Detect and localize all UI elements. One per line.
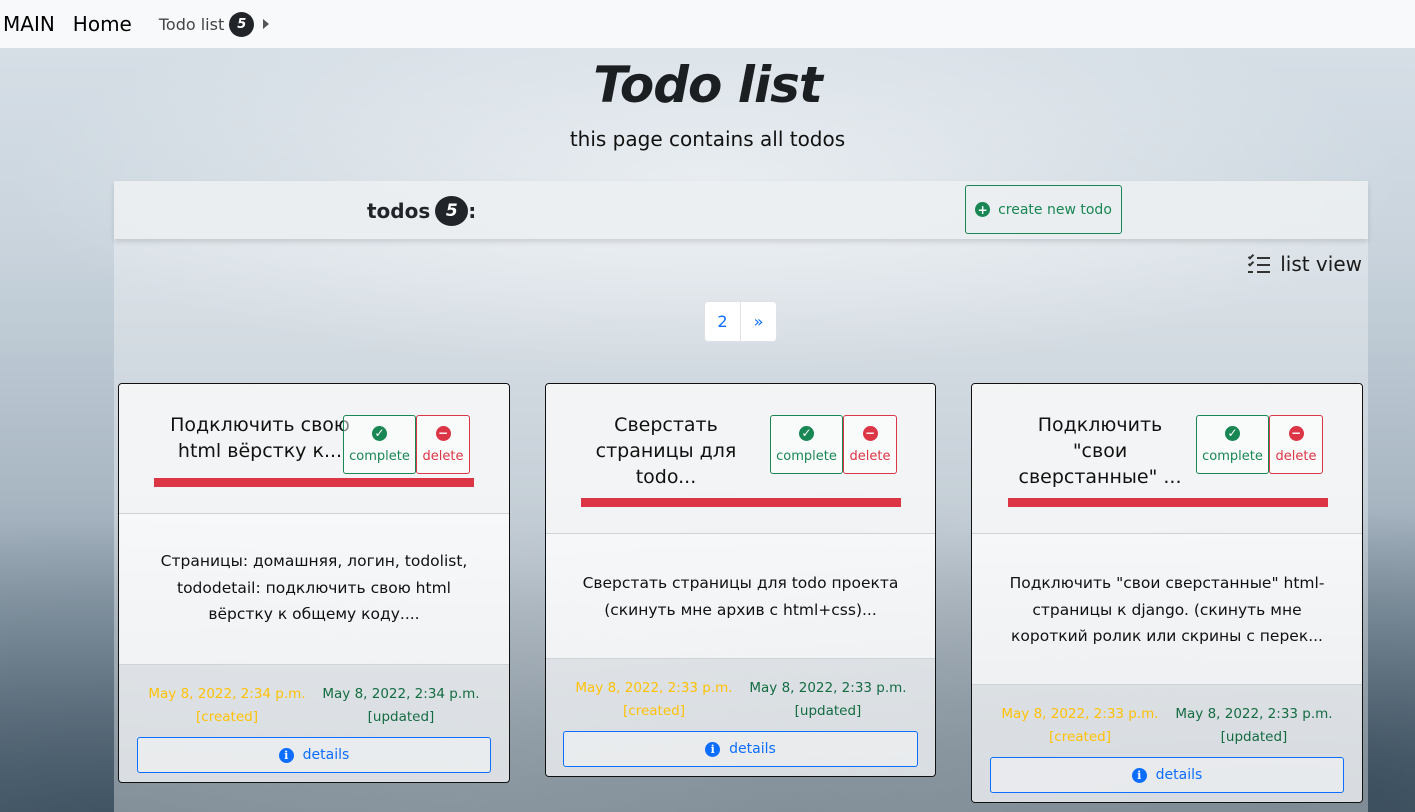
todo-card-footer: May 8, 2022, 2:33 p.m. [created] May 8, … xyxy=(972,685,1362,802)
todo-card-title[interactable]: Подключить "свои сверстанные" ... xyxy=(1002,412,1198,490)
todos-heading-label: todos xyxy=(367,199,431,223)
todo-card-body: Страницы: домашняя, логин, todolist, tod… xyxy=(119,514,509,665)
todo-card-description: Подключить "свои сверстанные" html- стра… xyxy=(1009,574,1325,645)
nav-home-link[interactable]: Home xyxy=(73,12,132,36)
todo-card-description: Сверстать страницы для todo проекта (ски… xyxy=(582,574,899,619)
minus-circle-icon: − xyxy=(862,425,878,441)
todo-card: Подключить свою html вёрстку к... ✓ comp… xyxy=(118,383,510,783)
created-date: May 8, 2022, 2:33 p.m. [created] xyxy=(1001,706,1159,745)
delete-button[interactable]: − delete xyxy=(843,415,897,474)
todo-card: Подключить "свои сверстанные" ... ✓ comp… xyxy=(971,383,1363,803)
priority-bar xyxy=(154,478,474,487)
page-title: Todo list xyxy=(593,56,823,114)
priority-bar xyxy=(1008,498,1328,507)
create-new-todo-label: create new todo xyxy=(998,201,1112,218)
todo-card-footer: May 8, 2022, 2:33 p.m. [created] May 8, … xyxy=(546,659,935,776)
list-check-icon xyxy=(1248,253,1271,274)
brand-link[interactable]: MAIN xyxy=(3,12,55,36)
pagination: 2 » xyxy=(704,301,777,342)
todo-card-actions: ✓ complete − delete xyxy=(343,415,470,474)
minus-circle-icon: − xyxy=(435,425,451,441)
complete-button[interactable]: ✓ complete xyxy=(1196,415,1269,474)
todo-card-actions: ✓ complete − delete xyxy=(1196,415,1323,474)
todos-heading: todos 5 : xyxy=(367,196,476,226)
nav-todo-list-link[interactable]: Todo list 5 xyxy=(158,11,270,37)
created-date: May 8, 2022, 2:34 p.m. [created] xyxy=(148,686,306,725)
todos-count-badge: 5 xyxy=(435,196,469,226)
delete-button[interactable]: − delete xyxy=(1269,415,1323,474)
priority-bar xyxy=(581,498,901,507)
plus-circle-icon: + xyxy=(975,202,991,217)
todo-card-header: Подключить "свои сверстанные" ... ✓ comp… xyxy=(972,384,1362,534)
page-link-next[interactable]: » xyxy=(740,301,777,342)
delete-button[interactable]: − delete xyxy=(416,415,470,474)
todo-card-body: Сверстать страницы для todo проекта (ски… xyxy=(546,534,935,659)
check-circle-icon: ✓ xyxy=(372,425,387,441)
caret-right-icon[interactable] xyxy=(263,19,270,29)
complete-button[interactable]: ✓ complete xyxy=(343,415,416,474)
navbar: MAIN Home Todo list 5 xyxy=(0,0,1415,48)
todo-card-body: Подключить "свои сверстанные" html- стра… xyxy=(972,534,1362,685)
check-circle-icon: ✓ xyxy=(799,425,814,441)
info-circle-icon: i xyxy=(278,747,294,763)
list-view-toggle[interactable]: list view xyxy=(1248,252,1362,276)
details-button[interactable]: i details xyxy=(990,757,1344,793)
nav-todo-list-label: Todo list xyxy=(158,14,225,34)
todo-card: Сверстать страницы для todo... ✓ complet… xyxy=(545,383,936,777)
minus-circle-icon: − xyxy=(1288,425,1304,441)
details-button[interactable]: i details xyxy=(563,731,918,767)
updated-date: May 8, 2022, 2:33 p.m. [updated] xyxy=(749,680,907,719)
page-link-2[interactable]: 2 xyxy=(704,301,741,342)
updated-date: May 8, 2022, 2:34 p.m. [updated] xyxy=(322,686,480,725)
create-new-todo-button[interactable]: + create new todo xyxy=(965,185,1122,234)
details-button[interactable]: i details xyxy=(137,737,491,773)
todo-card-description: Страницы: домашняя, логин, todolist, tod… xyxy=(160,552,468,623)
info-circle-icon: i xyxy=(1131,767,1147,783)
todo-card-title[interactable]: Подключить свою html вёрстку к... xyxy=(149,412,371,464)
todo-count-badge: 5 xyxy=(229,11,255,37)
check-circle-icon: ✓ xyxy=(1225,425,1240,441)
info-circle-icon: i xyxy=(705,741,721,757)
updated-date: May 8, 2022, 2:33 p.m. [updated] xyxy=(1175,706,1333,745)
todo-card-footer: May 8, 2022, 2:34 p.m. [created] May 8, … xyxy=(119,665,509,782)
todos-heading-colon: : xyxy=(468,199,477,223)
page-subtitle: this page contains all todos xyxy=(569,127,846,151)
todo-card-header: Сверстать страницы для todo... ✓ complet… xyxy=(546,384,935,534)
todos-panel-header: todos 5 : + create new todo xyxy=(114,181,1368,239)
todo-card-title[interactable]: Сверстать страницы для todo... xyxy=(576,412,756,490)
complete-button[interactable]: ✓ complete xyxy=(770,415,843,474)
todo-card-header: Подключить свою html вёрстку к... ✓ comp… xyxy=(119,384,509,514)
created-date: May 8, 2022, 2:33 p.m. [created] xyxy=(575,680,733,719)
todo-card-actions: ✓ complete − delete xyxy=(770,415,897,474)
list-view-label: list view xyxy=(1280,252,1362,276)
